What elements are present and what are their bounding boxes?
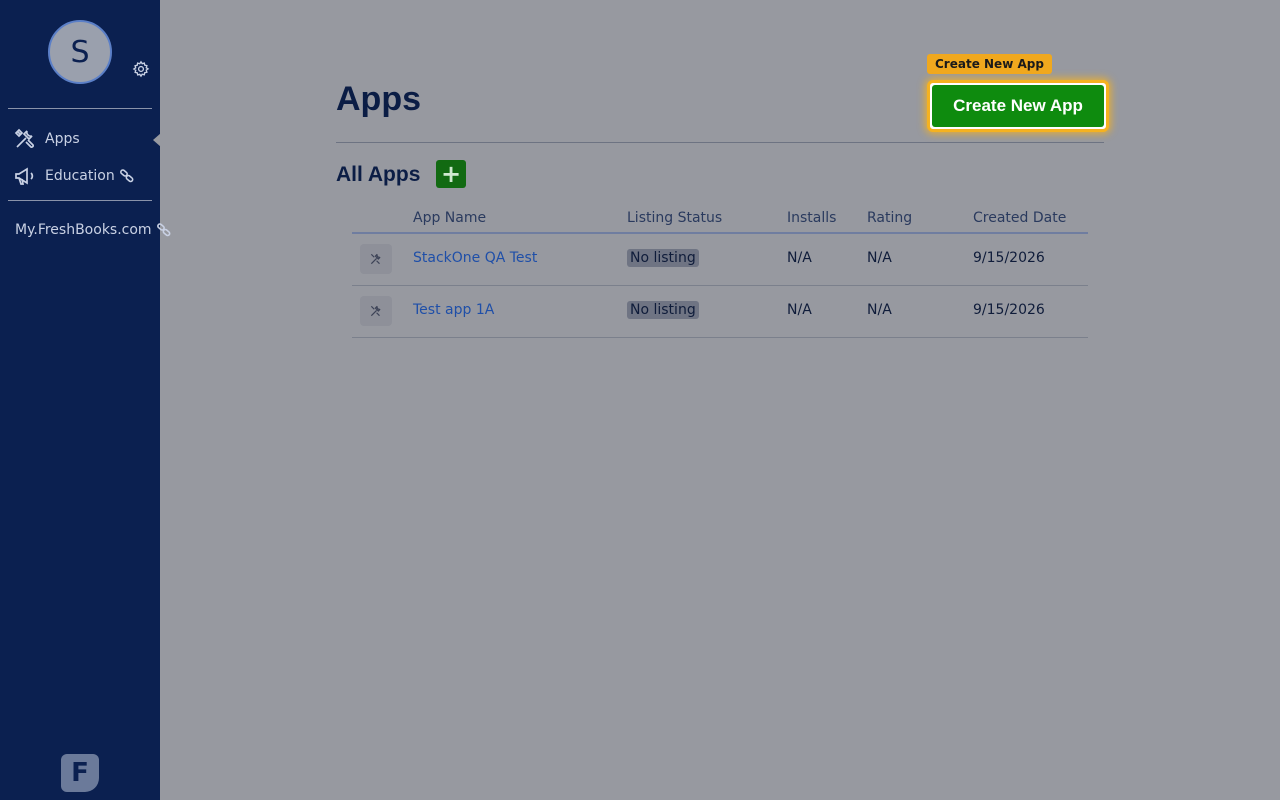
sidebar: S Apps Education My.FreshBooks.com F	[0, 0, 171, 800]
installs-value: N/A	[787, 302, 812, 318]
created-date-value: 9/15/2026	[973, 302, 1045, 318]
sidebar-divider	[8, 200, 152, 201]
sidebar-item-label: Apps	[45, 131, 80, 147]
add-app-button[interactable]: +	[436, 160, 466, 188]
create-app-tooltip: Create New App	[927, 54, 1052, 74]
settings-gear-icon[interactable]	[132, 60, 150, 78]
freshbooks-logo-icon[interactable]: F	[61, 754, 99, 792]
page-title: Apps	[336, 80, 421, 118]
section-title: All Apps	[336, 163, 421, 186]
apps-table: App Name Listing Status Installs Rating …	[352, 204, 1088, 338]
column-header-rating: Rating	[867, 210, 913, 226]
table-row: StackOne QA Test No listing N/A N/A 9/15…	[352, 234, 1088, 286]
external-link-label: My.FreshBooks.com	[15, 222, 152, 238]
sidebar-item-apps[interactable]: Apps	[12, 125, 80, 153]
title-divider	[336, 142, 1104, 143]
app-name-link[interactable]: StackOne QA Test	[413, 250, 537, 266]
external-link-icon	[119, 168, 135, 184]
tools-icon	[12, 127, 38, 151]
rating-value: N/A	[867, 302, 892, 318]
sidebar-item-education[interactable]: Education	[12, 162, 135, 190]
rating-value: N/A	[867, 250, 892, 266]
app-name-link[interactable]: Test app 1A	[413, 302, 494, 318]
listing-status-badge: No listing	[627, 301, 699, 319]
column-header-created-date: Created Date	[973, 210, 1067, 226]
column-header-listing-status: Listing Status	[627, 210, 723, 226]
create-new-app-label: Create New App	[932, 85, 1104, 127]
megaphone-icon	[12, 164, 38, 188]
column-header-app-name: App Name	[413, 210, 487, 226]
column-header-installs: Installs	[787, 210, 837, 226]
app-tools-icon	[360, 244, 392, 274]
sidebar-divider	[8, 108, 152, 109]
app-tools-icon	[360, 296, 392, 326]
sidebar-item-label: Education	[45, 168, 115, 184]
listing-status-badge: No listing	[627, 249, 699, 267]
sidebar-link-myfreshbooks[interactable]: My.FreshBooks.com	[15, 216, 172, 244]
create-new-app-button[interactable]: Create New App	[927, 80, 1109, 132]
table-row: Test app 1A No listing N/A N/A 9/15/2026	[352, 286, 1088, 338]
user-avatar[interactable]: S	[48, 20, 112, 84]
created-date-value: 9/15/2026	[973, 250, 1045, 266]
installs-value: N/A	[787, 250, 812, 266]
table-header: App Name Listing Status Installs Rating …	[352, 204, 1088, 234]
main-content: Apps Create New App Create New App All A…	[160, 0, 1280, 800]
